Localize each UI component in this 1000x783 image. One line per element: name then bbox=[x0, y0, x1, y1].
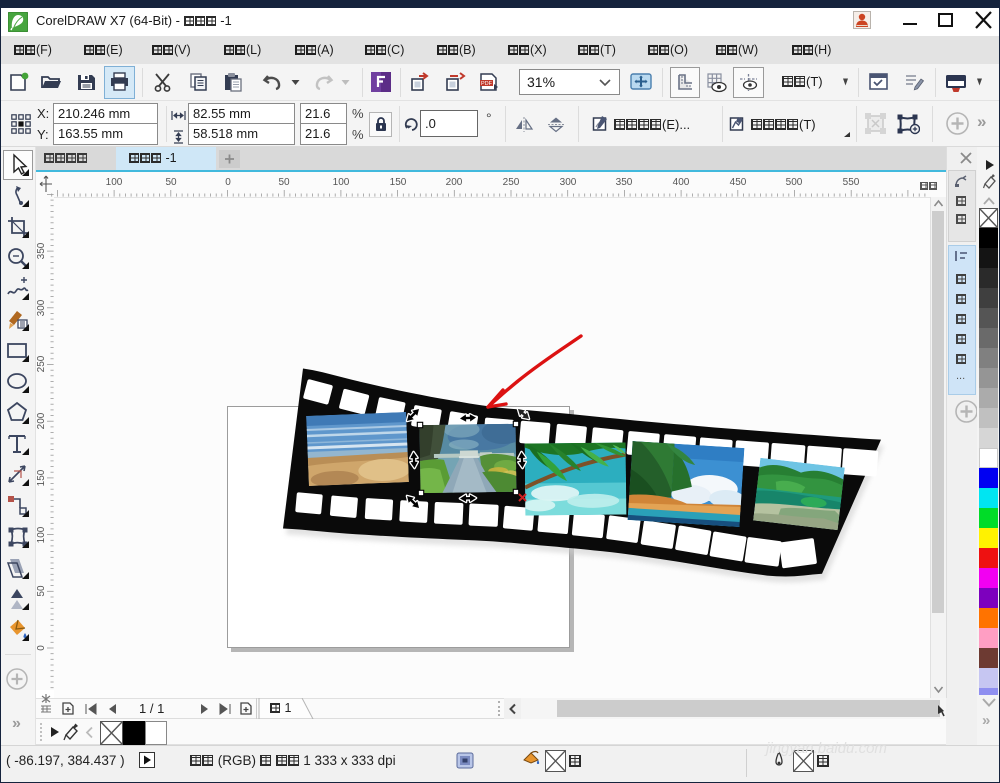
svg-text:200: 200 bbox=[446, 177, 463, 188]
svg-text:150: 150 bbox=[36, 469, 47, 486]
svg-text:500: 500 bbox=[786, 177, 803, 188]
svg-text:400: 400 bbox=[673, 177, 690, 188]
svg-text:200: 200 bbox=[36, 412, 47, 429]
svg-text:50: 50 bbox=[165, 177, 177, 188]
svg-text:50: 50 bbox=[36, 585, 47, 597]
svg-text:550: 550 bbox=[843, 177, 860, 188]
svg-text:300: 300 bbox=[560, 177, 577, 188]
svg-text:100: 100 bbox=[106, 177, 123, 188]
svg-text:0: 0 bbox=[225, 177, 231, 188]
svg-text:150: 150 bbox=[390, 177, 407, 188]
svg-text:300: 300 bbox=[36, 299, 47, 316]
svg-text:50: 50 bbox=[278, 177, 290, 188]
svg-text:100: 100 bbox=[333, 177, 350, 188]
svg-text:350: 350 bbox=[36, 242, 47, 259]
svg-text:100: 100 bbox=[36, 526, 47, 543]
svg-text:450: 450 bbox=[730, 177, 747, 188]
svg-text:250: 250 bbox=[503, 177, 520, 188]
svg-text:250: 250 bbox=[36, 355, 47, 372]
svg-text:0: 0 bbox=[36, 645, 47, 651]
svg-text:350: 350 bbox=[616, 177, 633, 188]
